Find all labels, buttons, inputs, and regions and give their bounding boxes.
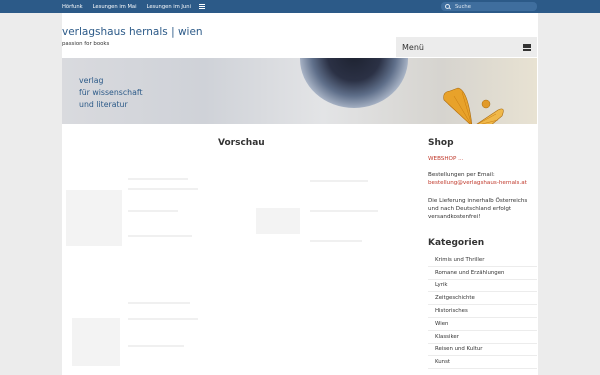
menu-label: Menü — [402, 42, 424, 52]
search-box — [441, 2, 537, 11]
menu-toggle-button[interactable]: Menü — [396, 37, 537, 57]
topnav-item-hoerfunk[interactable]: Hörfunk — [62, 4, 83, 10]
eye-image — [300, 58, 408, 108]
preview-cover-1 — [66, 190, 122, 246]
category-label: Kunst — [435, 359, 451, 366]
preview-cover-2 — [256, 208, 300, 234]
preview-text-5 — [310, 180, 368, 182]
topnav-item-lesungen-juni[interactable]: Lesungen im Juni — [147, 4, 191, 10]
preview-text-6 — [310, 210, 378, 212]
preview-text-8 — [128, 302, 190, 304]
order-email-link[interactable]: bestellung@verlagshaus-hernals.at — [428, 180, 527, 186]
order-label: Bestellungen per Email: — [428, 172, 495, 178]
preview-text-7 — [310, 240, 362, 242]
categories-heading: Kategorien — [428, 238, 485, 248]
category-item-lyrik[interactable]: Lyrik — [428, 280, 537, 293]
site-tagline: passion for books — [62, 41, 110, 47]
topnav-menu-icon[interactable] — [198, 4, 205, 9]
preview-text-2 — [128, 188, 198, 190]
hamburger-icon — [523, 43, 531, 51]
banner-text: verlag für wissenschaft und literatur — [79, 75, 143, 111]
preview-text-4 — [128, 235, 192, 237]
category-label: Reisen und Kultur — [435, 346, 483, 353]
banner-line-1: verlag — [79, 76, 104, 85]
preview-text-10 — [128, 345, 184, 347]
header-banner: verlag für wissenschaft und literatur — [62, 58, 537, 124]
category-item-historisches[interactable]: Historisches — [428, 305, 537, 318]
preview-text-1 — [128, 178, 188, 180]
preview-text-9 — [128, 318, 198, 320]
webshop-link[interactable]: WEBSHOP ... — [428, 156, 463, 162]
category-label: Historisches — [435, 308, 468, 315]
category-label: Wien — [435, 320, 449, 327]
site-title[interactable]: verlagshaus hernals | wien — [62, 26, 203, 38]
vorschau-heading: Vorschau — [218, 138, 265, 148]
category-item-zeitgeschichte[interactable]: Zeitgeschichte — [428, 292, 537, 306]
banner-line-3: und literatur — [79, 100, 128, 109]
category-item-reisen[interactable]: Reisen und Kultur — [428, 344, 537, 357]
category-label: Lyrik — [435, 282, 448, 289]
search-input[interactable] — [455, 3, 535, 10]
preview-cover-3 — [72, 318, 120, 366]
category-label: Romane und Erzählungen — [435, 269, 505, 276]
banner-line-2: für wissenschaft — [79, 88, 143, 97]
delivery-info: Die Lieferung innerhalb Österreichs und … — [428, 198, 528, 220]
butterfly-image — [443, 87, 504, 124]
category-label: Krimis und Thriller — [435, 256, 485, 263]
category-item-kunst[interactable]: Kunst — [428, 356, 537, 370]
category-label: Klassiker — [435, 333, 459, 340]
top-navigation: Hörfunk Lesungen im Mai Lesungen im Juni — [62, 0, 205, 13]
categories-list: Krimis und Thriller Romane und Erzählung… — [428, 254, 537, 370]
category-item-klassiker[interactable]: Klassiker — [428, 331, 537, 344]
category-label: Zeitgeschichte — [435, 295, 475, 302]
category-item-wien[interactable]: Wien — [428, 318, 537, 331]
category-item-romane[interactable]: Romane und Erzählungen — [428, 267, 537, 280]
preview-text-3 — [128, 210, 178, 212]
shop-heading: Shop — [428, 138, 454, 148]
category-item-krimis[interactable]: Krimis und Thriller — [428, 254, 537, 267]
search-icon — [445, 4, 450, 9]
topnav-item-lesungen-mai[interactable]: Lesungen im Mai — [93, 4, 137, 10]
